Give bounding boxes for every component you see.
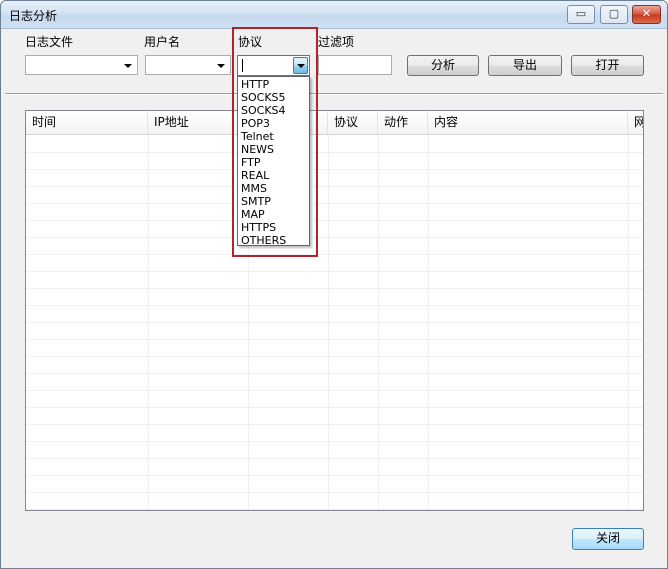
protocol-option[interactable]: HTTPS bbox=[241, 221, 307, 234]
grid-line bbox=[26, 390, 643, 391]
grid-line bbox=[26, 441, 643, 442]
protocol-option[interactable]: FTP bbox=[241, 156, 307, 169]
column-header-web[interactable]: 网 bbox=[628, 111, 643, 134]
grid-line bbox=[26, 305, 643, 306]
protocol-option[interactable]: SOCKS4 bbox=[241, 104, 307, 117]
column-header-protocol[interactable]: 协议 bbox=[328, 111, 378, 134]
grid-line bbox=[26, 186, 643, 187]
column-divider bbox=[428, 135, 429, 510]
grid-line bbox=[26, 407, 643, 408]
filter-label: 过滤项 bbox=[318, 35, 355, 49]
table-body bbox=[26, 135, 643, 510]
log-file-label: 日志文件 bbox=[25, 35, 74, 49]
protocol-option[interactable]: HTTP bbox=[241, 78, 307, 91]
protocol-option[interactable]: MMS bbox=[241, 182, 307, 195]
column-divider bbox=[148, 135, 149, 510]
analyze-button[interactable]: 分析 bbox=[407, 55, 479, 76]
grid-line bbox=[26, 356, 643, 357]
grid-line bbox=[26, 220, 643, 221]
close-window-button[interactable]: ✕ bbox=[632, 5, 661, 24]
grid-line bbox=[26, 458, 643, 459]
window-title: 日志分析 bbox=[9, 9, 58, 23]
grid-line bbox=[26, 322, 643, 323]
table-header: 时间 IP地址 协议 动作 内容 网 bbox=[26, 111, 643, 135]
chevron-down-icon bbox=[217, 64, 225, 68]
grid-line bbox=[26, 152, 643, 153]
column-divider bbox=[378, 135, 379, 510]
export-button[interactable]: 导出 bbox=[488, 55, 562, 76]
grid-line bbox=[26, 509, 643, 510]
maximize-button[interactable]: ▢ bbox=[600, 5, 628, 24]
chevron-down-icon bbox=[297, 64, 305, 68]
grid-line bbox=[26, 424, 643, 425]
grid-line bbox=[26, 237, 643, 238]
protocol-dropdown-button[interactable] bbox=[293, 57, 308, 74]
column-header-content[interactable]: 内容 bbox=[428, 111, 628, 134]
close-button[interactable]: 关闭 bbox=[572, 528, 644, 550]
column-divider bbox=[628, 135, 629, 510]
column-header-time[interactable]: 时间 bbox=[26, 111, 148, 134]
open-button[interactable]: 打开 bbox=[571, 55, 644, 76]
username-select[interactable] bbox=[145, 55, 231, 75]
grid-line bbox=[26, 271, 643, 272]
protocol-option[interactable]: OTHERS bbox=[241, 234, 307, 247]
username-label: 用户名 bbox=[144, 35, 181, 49]
grid-line bbox=[26, 492, 643, 493]
log-file-select[interactable] bbox=[25, 55, 138, 75]
protocol-option[interactable]: SMTP bbox=[241, 195, 307, 208]
grid-line bbox=[26, 254, 643, 255]
title-bar[interactable]: 日志分析 ▭ ▢ ✕ bbox=[1, 1, 667, 29]
protocol-label: 协议 bbox=[238, 35, 263, 49]
grid-line bbox=[26, 339, 643, 340]
protocol-option[interactable]: REAL bbox=[241, 169, 307, 182]
text-caret bbox=[242, 59, 243, 72]
protocol-option[interactable]: NEWS bbox=[241, 143, 307, 156]
protocol-option[interactable]: Telnet bbox=[241, 130, 307, 143]
grid-line bbox=[26, 169, 643, 170]
log-analysis-window: 日志分析 ▭ ▢ ✕ 日志文件 用户名 协议 过滤项 分析 导出 打开 时间 I… bbox=[0, 0, 668, 569]
protocol-option[interactable]: SOCKS5 bbox=[241, 91, 307, 104]
protocol-option[interactable]: POP3 bbox=[241, 117, 307, 130]
log-table[interactable]: 时间 IP地址 协议 动作 内容 网 bbox=[25, 110, 644, 511]
filter-input[interactable] bbox=[318, 55, 392, 75]
grid-line bbox=[26, 373, 643, 374]
minimize-button[interactable]: ▭ bbox=[567, 5, 595, 24]
protocol-select[interactable] bbox=[237, 55, 310, 76]
column-header-action[interactable]: 动作 bbox=[378, 111, 428, 134]
column-divider bbox=[328, 135, 329, 510]
grid-line bbox=[26, 288, 643, 289]
chevron-down-icon bbox=[124, 64, 132, 68]
column-header-ip[interactable]: IP地址 bbox=[148, 111, 248, 134]
protocol-option[interactable]: MAP bbox=[241, 208, 307, 221]
grid-line bbox=[26, 475, 643, 476]
separator bbox=[5, 93, 663, 95]
protocol-dropdown-list: HTTP SOCKS5 SOCKS4 POP3 Telnet NEWS FTP REAL MMS… bbox=[237, 76, 310, 247]
grid-line bbox=[26, 203, 643, 204]
